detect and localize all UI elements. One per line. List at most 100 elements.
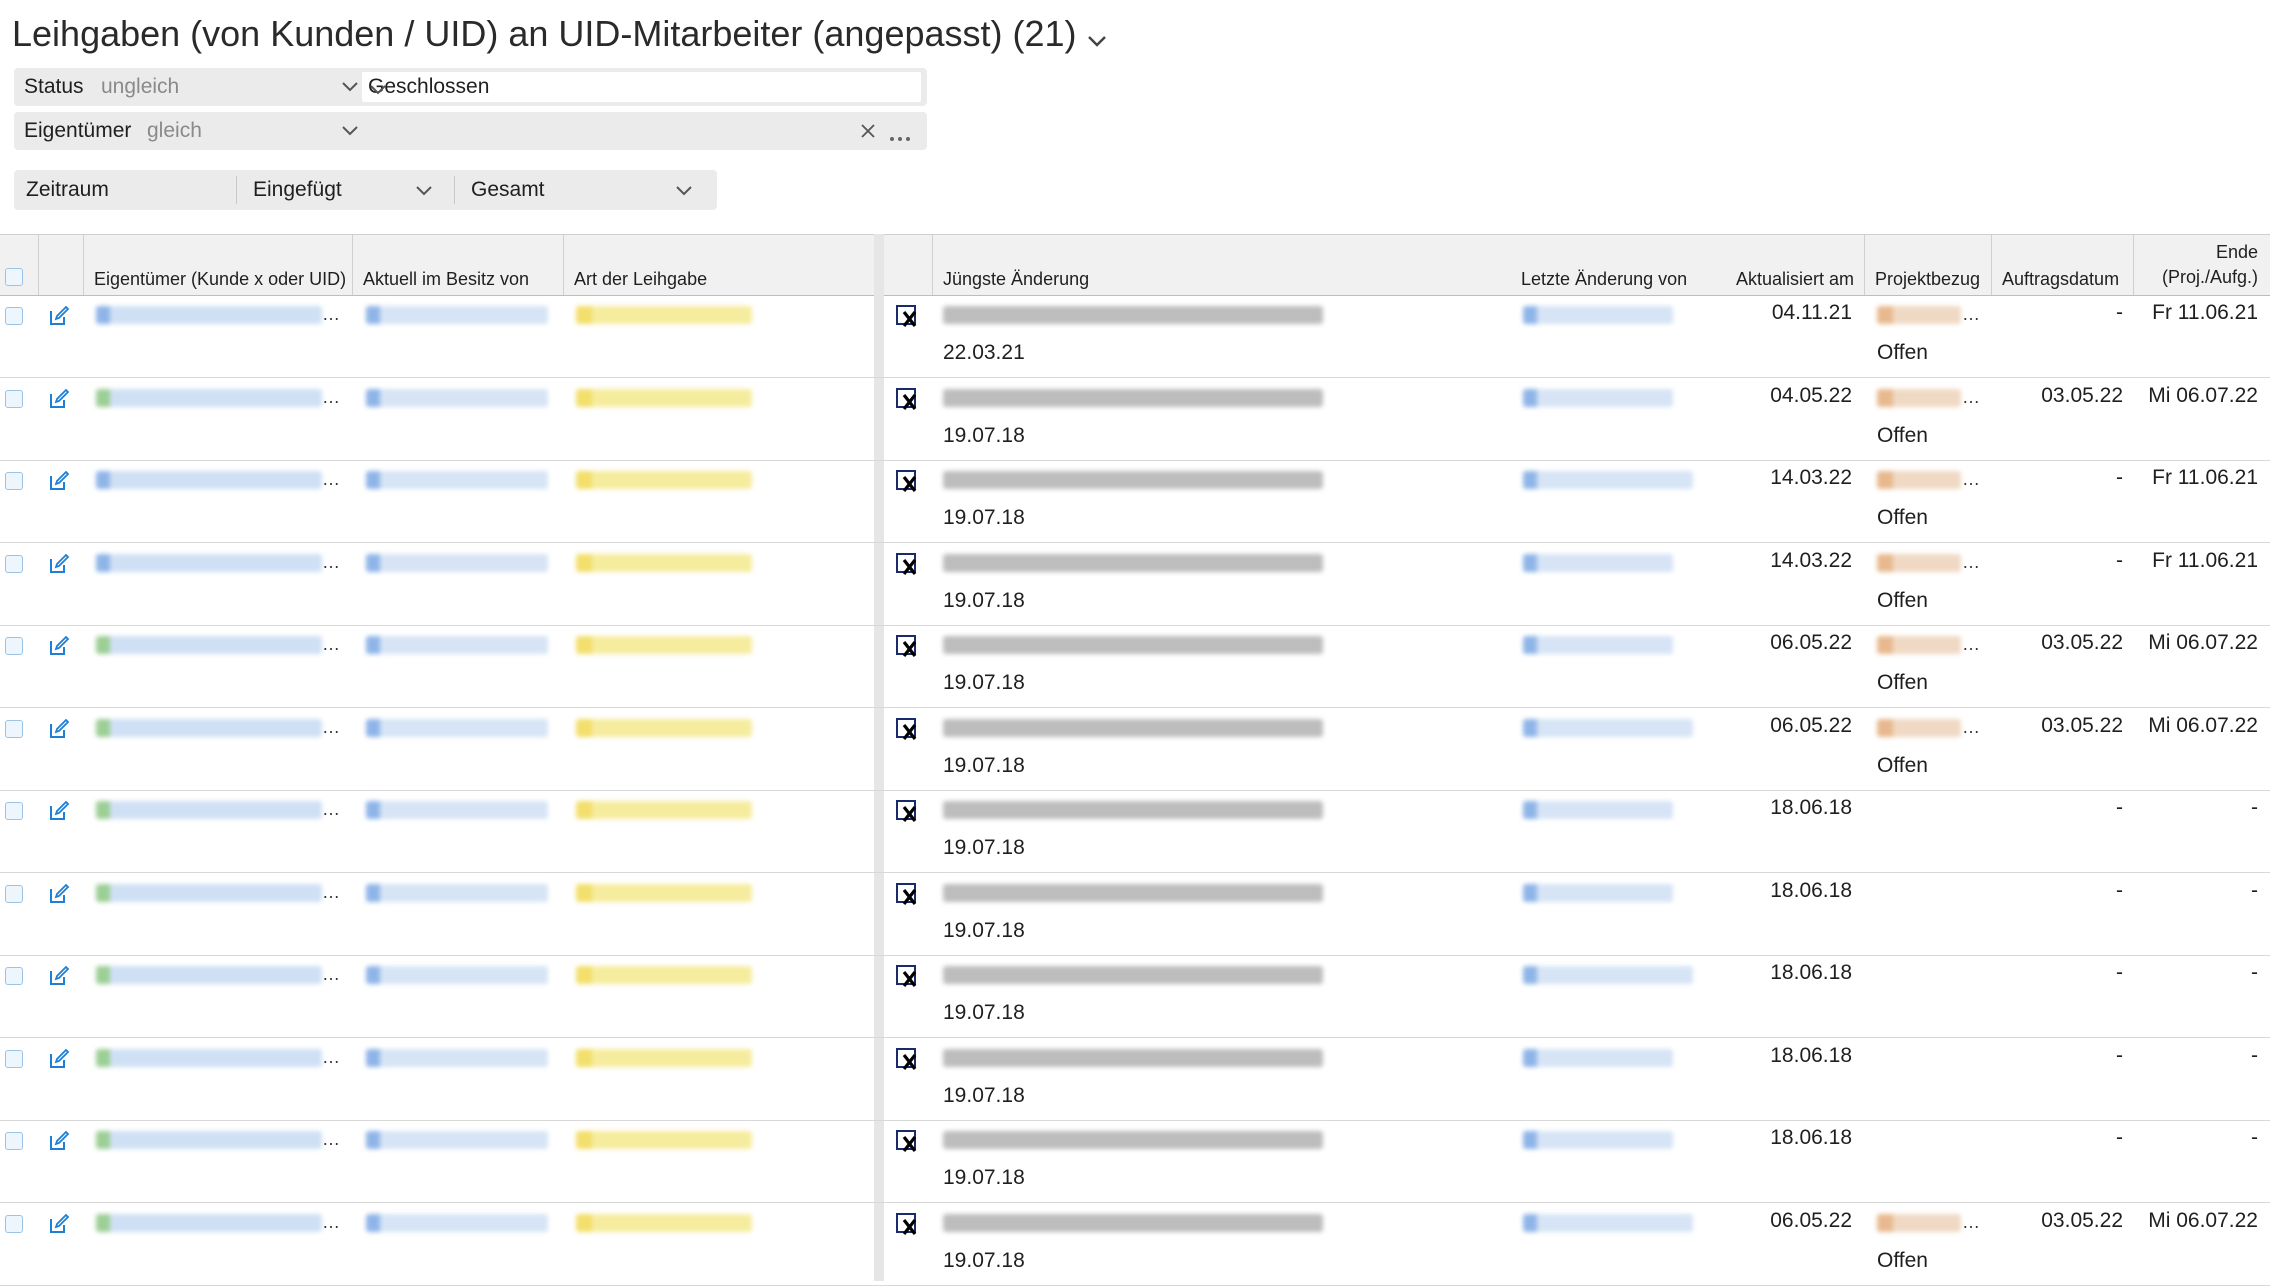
row-checkbox[interactable] <box>5 967 23 985</box>
row-checkbox[interactable] <box>5 885 23 903</box>
changed-by-cell[interactable] <box>1523 1214 1693 1232</box>
filter-status-operator[interactable]: ungleich <box>101 68 179 106</box>
document-x-icon[interactable] <box>895 1212 919 1241</box>
owner-cell[interactable] <box>96 389 322 407</box>
document-x-icon[interactable] <box>895 387 919 416</box>
chevron-down-icon[interactable] <box>340 76 360 101</box>
holder-cell[interactable] <box>366 636 548 654</box>
type-cell[interactable] <box>576 554 752 572</box>
type-cell[interactable] <box>576 636 752 654</box>
table-row[interactable]: … 22.03.21 04.11.21 … Offen - Fr 11.06.21 <box>0 296 2270 378</box>
edit-icon[interactable] <box>48 883 70 910</box>
table-row[interactable]: … 19.07.18 14.03.22 … Offen - Fr 11.06.21 <box>0 544 2270 626</box>
project-cell[interactable] <box>1877 1214 1961 1232</box>
owner-cell[interactable] <box>96 1049 322 1067</box>
type-cell[interactable] <box>576 884 752 902</box>
holder-cell[interactable] <box>366 554 548 572</box>
owner-cell[interactable] <box>96 306 322 324</box>
changed-by-cell[interactable] <box>1523 966 1693 984</box>
project-cell[interactable] <box>1877 554 1961 572</box>
more-icon[interactable] <box>889 129 911 147</box>
holder-cell[interactable] <box>366 1214 548 1232</box>
clear-icon[interactable] <box>859 122 877 145</box>
changed-by-cell[interactable] <box>1523 719 1693 737</box>
edit-icon[interactable] <box>48 470 70 497</box>
table-row[interactable]: … 19.07.18 18.06.18 - - <box>0 791 2270 873</box>
chevron-down-icon[interactable] <box>414 180 434 205</box>
edit-icon[interactable] <box>48 1130 70 1157</box>
changed-by-cell[interactable] <box>1523 1049 1673 1067</box>
holder-cell[interactable] <box>366 471 548 489</box>
col-header-project[interactable]: Projektbezug <box>1875 269 1980 290</box>
chevron-down-icon[interactable] <box>674 180 694 205</box>
document-x-icon[interactable] <box>895 964 919 993</box>
holder-cell[interactable] <box>366 966 548 984</box>
range-field[interactable]: Eingefügt <box>253 170 342 210</box>
row-checkbox[interactable] <box>5 472 23 490</box>
changed-by-cell[interactable] <box>1523 1131 1673 1149</box>
document-x-icon[interactable] <box>895 1047 919 1076</box>
filter-owner-value[interactable] <box>362 116 921 146</box>
edit-icon[interactable] <box>48 800 70 827</box>
document-x-icon[interactable] <box>895 799 919 828</box>
type-cell[interactable] <box>576 471 752 489</box>
filter-status-value[interactable]: Geschlossen <box>362 72 921 102</box>
edit-icon[interactable] <box>48 553 70 580</box>
row-checkbox[interactable] <box>5 802 23 820</box>
edit-icon[interactable] <box>48 1213 70 1240</box>
col-header-updated[interactable]: Aktualisiert am <box>1736 269 1854 290</box>
edit-icon[interactable] <box>48 635 70 662</box>
owner-cell[interactable] <box>96 1214 322 1232</box>
document-x-icon[interactable] <box>895 717 919 746</box>
holder-cell[interactable] <box>366 719 548 737</box>
col-header-owner[interactable]: Eigentümer (Kunde x oder UID) <box>94 269 346 290</box>
row-checkbox[interactable] <box>5 555 23 573</box>
table-row[interactable]: … 19.07.18 18.06.18 - - <box>0 1121 2270 1203</box>
type-cell[interactable] <box>576 1049 752 1067</box>
changed-by-cell[interactable] <box>1523 306 1673 324</box>
document-x-icon[interactable] <box>895 634 919 663</box>
holder-cell[interactable] <box>366 1131 548 1149</box>
changed-by-cell[interactable] <box>1523 554 1673 572</box>
table-row[interactable]: … 19.07.18 06.05.22 … Offen 03.05.22 Mi 06.07.… <box>0 1204 2270 1286</box>
changed-by-cell[interactable] <box>1523 636 1673 654</box>
owner-cell[interactable] <box>96 554 322 572</box>
table-row[interactable]: … 19.07.18 04.05.22 … Offen 03.05.22 Mi 06.07.… <box>0 379 2270 461</box>
type-cell[interactable] <box>576 1214 752 1232</box>
document-x-icon[interactable] <box>895 882 919 911</box>
project-cell[interactable] <box>1877 636 1961 654</box>
owner-cell[interactable] <box>96 1131 322 1149</box>
range-period[interactable]: Gesamt <box>471 170 545 210</box>
table-row[interactable]: … 19.07.18 18.06.18 - - <box>0 956 2270 1038</box>
document-x-icon[interactable] <box>895 304 919 333</box>
owner-cell[interactable] <box>96 884 322 902</box>
row-checkbox[interactable] <box>5 1132 23 1150</box>
project-cell[interactable] <box>1877 471 1961 489</box>
type-cell[interactable] <box>576 966 752 984</box>
holder-cell[interactable] <box>366 1049 548 1067</box>
chevron-down-icon[interactable] <box>340 120 360 145</box>
edit-icon[interactable] <box>48 1048 70 1075</box>
project-cell[interactable] <box>1877 389 1961 407</box>
table-row[interactable]: … 19.07.18 06.05.22 … Offen 03.05.22 Mi 06.07.… <box>0 626 2270 708</box>
row-checkbox[interactable] <box>5 1050 23 1068</box>
col-header-order-date[interactable]: Auftragsdatum <box>2002 269 2119 290</box>
project-cell[interactable] <box>1877 719 1961 737</box>
changed-by-cell[interactable] <box>1523 471 1693 489</box>
holder-cell[interactable] <box>366 801 548 819</box>
select-all-checkbox[interactable] <box>5 268 23 286</box>
type-cell[interactable] <box>576 389 752 407</box>
col-header-holder[interactable]: Aktuell im Besitz von <box>363 269 529 290</box>
chevron-down-icon[interactable] <box>368 78 911 108</box>
owner-cell[interactable] <box>96 801 322 819</box>
col-header-latest[interactable]: Jüngste Änderung <box>943 269 1089 290</box>
edit-icon[interactable] <box>48 965 70 992</box>
document-x-icon[interactable] <box>895 552 919 581</box>
document-x-icon[interactable] <box>895 469 919 498</box>
edit-icon[interactable] <box>48 718 70 745</box>
document-x-icon[interactable] <box>895 1129 919 1158</box>
edit-icon[interactable] <box>48 305 70 332</box>
type-cell[interactable] <box>576 719 752 737</box>
changed-by-cell[interactable] <box>1523 389 1673 407</box>
owner-cell[interactable] <box>96 719 322 737</box>
